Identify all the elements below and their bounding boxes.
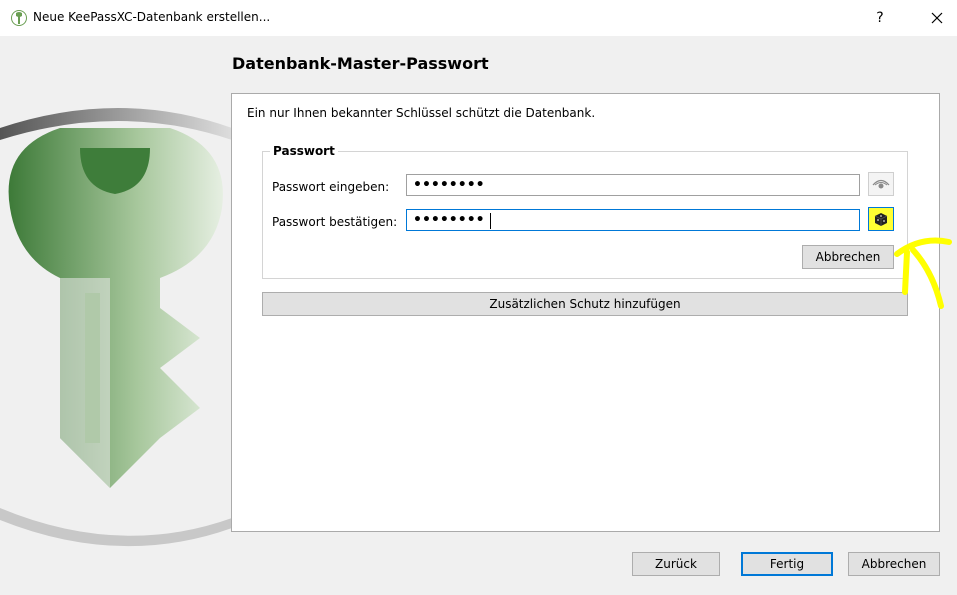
dice-icon bbox=[874, 213, 888, 226]
show-password-button[interactable] bbox=[868, 172, 894, 196]
close-icon[interactable] bbox=[925, 6, 949, 30]
keepassxc-key-artwork bbox=[0, 108, 232, 547]
add-protection-button[interactable]: Zusätzlichen Schutz hinzufügen bbox=[262, 292, 908, 316]
page-description: Ein nur Ihnen bekannter Schlüssel schütz… bbox=[247, 106, 596, 120]
title-bar: Neue KeePassXC-Datenbank erstellen... ? bbox=[0, 0, 957, 36]
help-button[interactable]: ? bbox=[870, 8, 890, 28]
page-title: Datenbank-Master-Passwort bbox=[232, 54, 489, 73]
highlight-annotation bbox=[894, 237, 952, 309]
enter-password-value: •••••••• bbox=[413, 177, 485, 193]
confirm-password-label: Passwort bestätigen: bbox=[272, 215, 398, 229]
confirm-password-value: •••••••• bbox=[413, 212, 485, 228]
finish-button[interactable]: Fertig bbox=[741, 552, 833, 576]
window-title: Neue KeePassXC-Datenbank erstellen... bbox=[33, 10, 271, 24]
text-caret bbox=[490, 213, 491, 229]
password-cancel-button[interactable]: Abbrechen bbox=[802, 245, 894, 269]
keepassxc-logo-icon bbox=[11, 10, 27, 26]
cancel-button[interactable]: Abbrechen bbox=[848, 552, 940, 576]
enter-password-field[interactable]: •••••••• bbox=[406, 174, 860, 196]
password-group-legend: Passwort bbox=[270, 144, 338, 158]
eye-icon bbox=[872, 179, 890, 189]
back-button[interactable]: Zurück bbox=[632, 552, 720, 576]
confirm-password-field[interactable]: •••••••• bbox=[406, 209, 860, 231]
enter-password-label: Passwort eingeben: bbox=[272, 180, 390, 194]
generate-password-button[interactable] bbox=[868, 207, 894, 231]
